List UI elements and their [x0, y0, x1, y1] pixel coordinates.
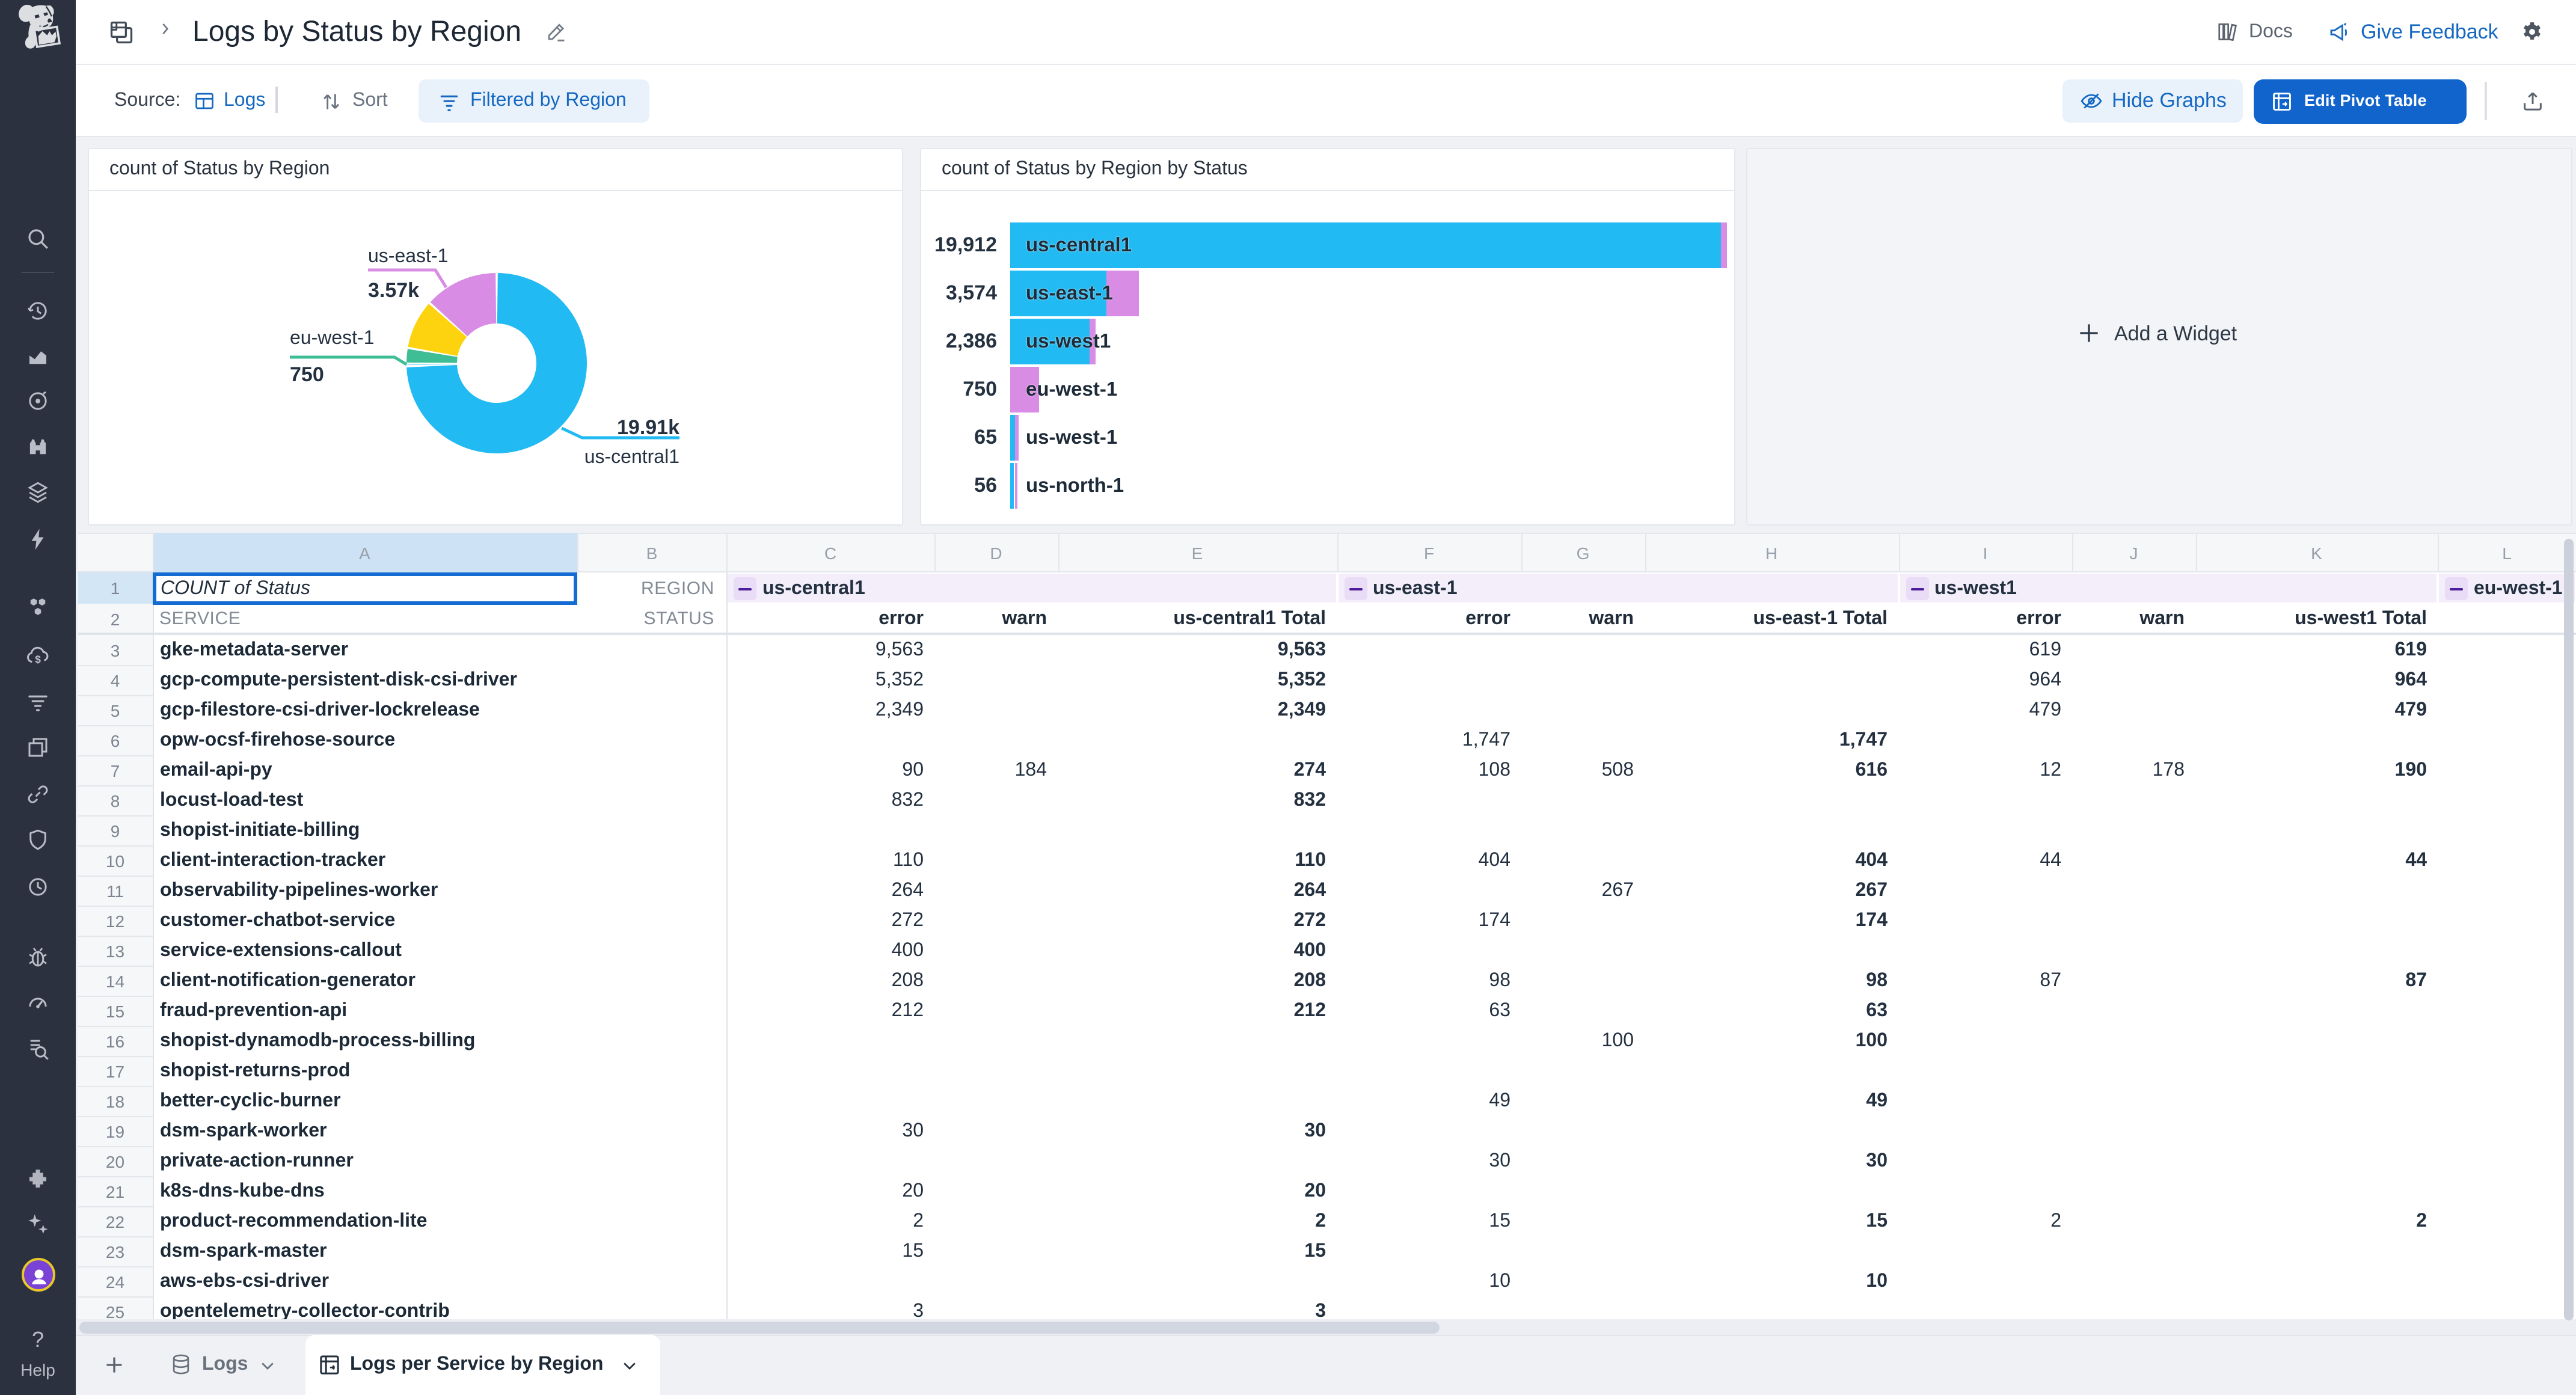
svg-text:$: $	[35, 652, 41, 664]
